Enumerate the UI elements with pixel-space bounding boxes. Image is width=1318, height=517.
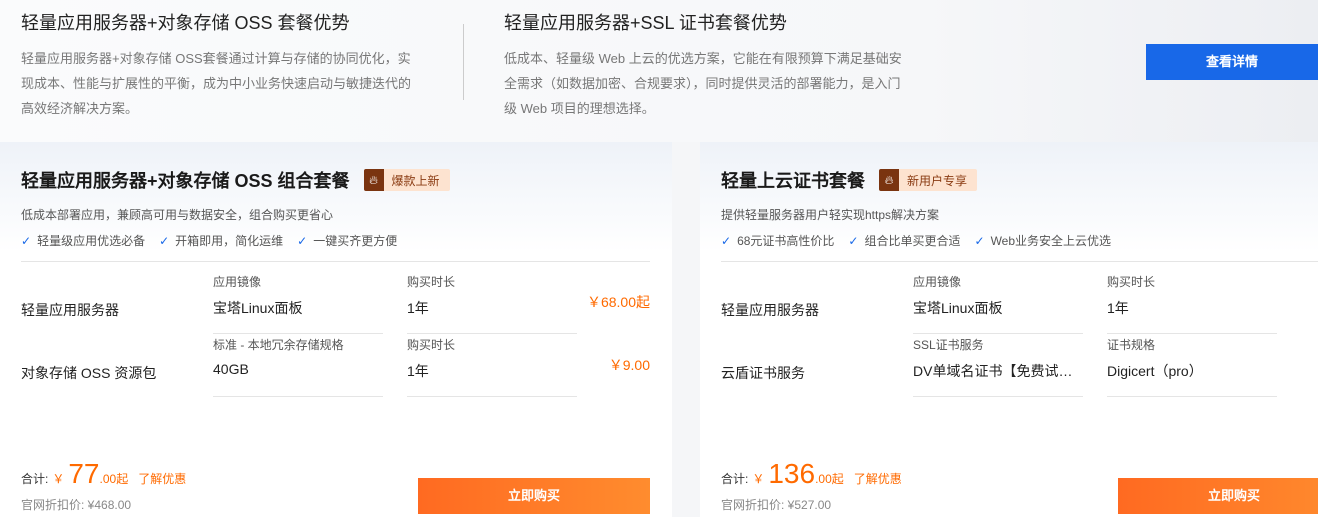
package-card-oss: 轻量应用服务器+对象存储 OSS 组合套餐 🔥︎ 爆款上新 低成本部署应用，兼顾高… <box>0 142 672 517</box>
product-name: 轻量应用服务器 <box>21 302 119 318</box>
feature-label: 开箱即用，简化运维 <box>175 234 284 248</box>
duration-value: 1年 <box>407 363 429 379</box>
divider <box>721 261 1318 262</box>
promo-badge: 🔥︎ 爆款上新 <box>363 169 450 191</box>
product-name: 云盾证书服务 <box>721 365 805 381</box>
product-name: 对象存储 OSS 资源包 <box>21 365 157 381</box>
advantage-oss: 轻量应用服务器+对象存储 OSS 套餐优势 轻量应用服务器+对象存储 OSS套餐… <box>21 10 421 121</box>
feature-list: ✓ 轻量级应用优选必备 ✓ 开箱即用，简化运维 ✓ 一键买齐更方便 <box>21 232 411 249</box>
feature-label: Web业务安全上云优选 <box>990 234 1112 248</box>
spec-value: 40GB <box>213 361 249 377</box>
check-icon: ✓ <box>159 233 170 248</box>
badge-label: 新用户专享 <box>907 173 968 188</box>
spec-value: DV单域名证书【免费试用】 <box>913 363 1083 379</box>
original-price: 官网折扣价: ¥468.00 <box>21 498 132 512</box>
card-title-text: 轻量上云证书套餐 <box>721 171 865 191</box>
card-subtitle: 低成本部署应用，兼顾高可用与数据安全，组合购买更省心 <box>21 208 334 222</box>
duration-value: 1年 <box>407 300 429 316</box>
spec-select[interactable]: SSL证书服务 DV单域名证书【免费试用】 <box>913 337 1083 397</box>
duration-label: 购买时长 <box>1107 275 1156 289</box>
duration-label: 购买时长 <box>407 275 456 289</box>
check-icon: ✓ <box>21 233 32 248</box>
buy-now-button[interactable]: 立即购买 <box>1118 478 1318 514</box>
spec-select[interactable]: 应用镜像宝塔Linux面板 <box>213 274 383 334</box>
item-price: ￥68.00起 <box>586 294 650 310</box>
badge-label: 爆款上新 <box>391 173 440 188</box>
product-row: 轻量应用服务器 应用镜像宝塔Linux面板 购买时长 1年 ￥68.00起 <box>21 274 650 336</box>
check-icon: ✓ <box>974 233 985 248</box>
spec-select[interactable]: 标准 - 本地冗余存储规格 40GB <box>213 337 383 397</box>
spec-select[interactable]: 应用镜像宝塔Linux面板 <box>913 274 1083 334</box>
fire-icon: 🔥︎ <box>879 169 899 191</box>
product-row: 云盾证书服务 SSL证书服务 DV单域名证书【免费试用】 证书规格 Digicert… <box>721 337 1318 399</box>
feature-list: ✓ 68元证书高性价比 ✓ 组合比单买更合适 ✓ Web业务安全上云优选 <box>721 232 1125 249</box>
feature-label: 一键买齐更方便 <box>313 234 398 248</box>
feature-label: 组合比单买更合适 <box>864 234 961 248</box>
divider <box>21 261 650 262</box>
feature-label: 轻量级应用优选必备 <box>37 234 146 248</box>
item-price: ￥9.00 <box>608 357 650 373</box>
currency-symbol: ￥ <box>752 472 765 486</box>
product-row: 轻量应用服务器 应用镜像宝塔Linux面板 购买时长1年 ￥68.00起 <box>721 274 1318 336</box>
duration-value: Digicert（pro） <box>1107 363 1203 379</box>
spec-label: 应用镜像 <box>913 275 962 289</box>
total-price-decimal: .00起 <box>99 472 129 486</box>
package-card-ssl: 轻量上云证书套餐 🔥︎ 新用户专享 提供轻量服务器用户轻实现https解决方案 ✓… <box>700 142 1318 517</box>
promo-badge: 🔥︎ 新用户专享 <box>879 169 978 191</box>
duration-select[interactable]: 购买时长 1年 <box>407 274 577 334</box>
duration-label: 购买时长 <box>407 338 456 352</box>
total-price: 136 <box>768 458 816 489</box>
learn-discount-link[interactable]: 了解优惠 <box>854 470 902 487</box>
fire-icon: 🔥︎ <box>363 169 384 191</box>
learn-discount-link[interactable]: 了解优惠 <box>138 470 186 487</box>
advantage-desc: 低成本、轻量级 Web 上云的优选方案，它能在有限预算下满足基础安全需求（如数据… <box>504 51 902 116</box>
duration-select[interactable]: 购买时长 1年 <box>1107 274 1277 334</box>
total-label: 合计: <box>21 472 49 486</box>
spec-label: SSL证书服务 <box>913 338 984 352</box>
card-title-text: 轻量应用服务器+对象存储 OSS 组合套餐 <box>21 171 350 191</box>
feature-item: ✓ 轻量级应用优选必备 <box>21 232 145 249</box>
feature-item: ✓ 开箱即用，简化运维 <box>159 232 283 249</box>
price-summary: 合计: ￥ 77.00起 了解优惠 官网折扣价: ¥468.00 <box>21 458 186 513</box>
advantages-banner: 轻量应用服务器+对象存储 OSS 套餐优势 轻量应用服务器+对象存储 OSS套餐… <box>0 0 1318 142</box>
feature-item: ✓ Web业务安全上云优选 <box>975 232 1112 249</box>
divider <box>463 24 464 100</box>
advantage-title: 轻量应用服务器+SSL 证书套餐优势 <box>504 13 787 33</box>
spec-value: 宝塔Linux面板 <box>213 300 303 316</box>
total-label: 合计: <box>721 472 749 486</box>
duration-value: 1年 <box>1107 300 1129 316</box>
check-icon: ✓ <box>721 233 732 248</box>
price-summary: 合计: ￥ 136.00起 了解优惠 官网折扣价: ¥527.00 <box>721 458 902 513</box>
view-details-button[interactable]: 查看详情 <box>1146 44 1318 80</box>
duration-label: 证书规格 <box>1107 338 1156 352</box>
duration-select[interactable]: 购买时长 1年 <box>407 337 577 397</box>
card-title: 轻量上云证书套餐 🔥︎ 新用户专享 <box>721 167 978 193</box>
advantage-ssl: 轻量应用服务器+SSL 证书套餐优势 低成本、轻量级 Web 上云的优选方案，它… <box>504 10 904 121</box>
spec-label: 标准 - 本地冗余存储规格 <box>213 338 344 352</box>
duration-select[interactable]: 证书规格 Digicert（pro） <box>1107 337 1277 397</box>
check-icon: ✓ <box>848 233 859 248</box>
check-icon: ✓ <box>297 233 308 248</box>
spec-value: 宝塔Linux面板 <box>913 300 1003 316</box>
buy-now-button[interactable]: 立即购买 <box>418 478 650 514</box>
feature-item: ✓ 组合比单买更合适 <box>848 232 960 249</box>
feature-label: 68元证书高性价比 <box>737 234 835 248</box>
advantage-title: 轻量应用服务器+对象存储 OSS 套餐优势 <box>21 13 350 33</box>
feature-item: ✓ 68元证书高性价比 <box>721 232 834 249</box>
total-price-decimal: .00起 <box>815 472 844 486</box>
card-subtitle: 提供轻量服务器用户轻实现https解决方案 <box>721 208 940 222</box>
advantage-desc: 轻量应用服务器+对象存储 OSS套餐通过计算与存储的协同优化，实现成本、性能与扩… <box>21 51 412 116</box>
total-price: 77 <box>68 458 100 489</box>
card-title: 轻量应用服务器+对象存储 OSS 组合套餐 🔥︎ 爆款上新 <box>21 167 450 193</box>
currency-symbol: ￥ <box>52 472 65 486</box>
original-price: 官网折扣价: ¥527.00 <box>721 498 832 512</box>
spec-label: 应用镜像 <box>213 275 262 289</box>
product-name: 轻量应用服务器 <box>721 302 819 318</box>
product-row: 对象存储 OSS 资源包 标准 - 本地冗余存储规格 40GB 购买时长 1年 ￥9… <box>21 337 650 399</box>
feature-item: ✓ 一键买齐更方便 <box>297 232 397 249</box>
